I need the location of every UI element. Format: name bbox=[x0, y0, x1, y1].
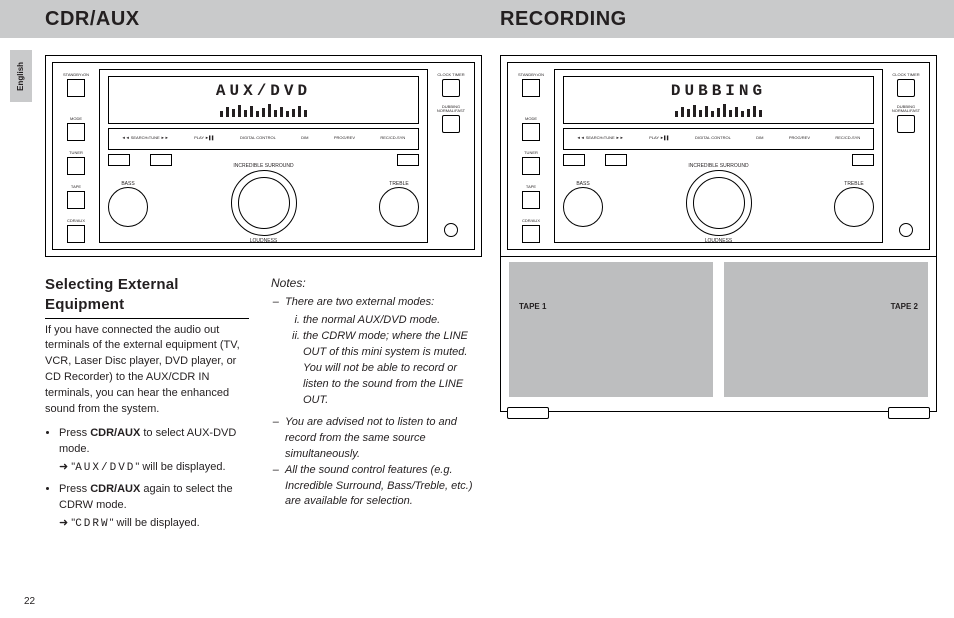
volume-jog-dial[interactable] bbox=[686, 170, 752, 236]
device-panel-dubbing: STANDBY•ON MODE TUNER TAPE CDR/AUX CLOCK… bbox=[500, 55, 937, 257]
flat-button[interactable] bbox=[397, 154, 419, 166]
step-2: Press CDR/AUX again to select the CDRW m… bbox=[59, 482, 249, 514]
mode-button[interactable] bbox=[522, 123, 540, 141]
repeat-button[interactable] bbox=[563, 154, 585, 166]
display-text: AUX/DVD bbox=[109, 81, 418, 103]
flat-button[interactable] bbox=[852, 154, 874, 166]
mode-button[interactable] bbox=[67, 123, 85, 141]
cdr-aux-button[interactable] bbox=[67, 225, 85, 243]
right-button-column: CLOCK TIMER DUBBING NORMAL/FAST bbox=[434, 69, 468, 243]
tape-button[interactable] bbox=[522, 191, 540, 209]
display-screen: DUBBING bbox=[563, 76, 874, 124]
stop-button[interactable] bbox=[605, 154, 627, 166]
repeat-button[interactable] bbox=[108, 154, 130, 166]
note-1-ii: the CDRW mode; where the LINE OUT of thi… bbox=[303, 329, 475, 409]
display-text: DUBBING bbox=[564, 81, 873, 103]
tape-door-2[interactable] bbox=[724, 262, 928, 397]
device-panel-auxdvd: STANDBY•ON MODE TUNER TAPE CDR/AUX CLOCK… bbox=[45, 55, 482, 257]
standby-button[interactable] bbox=[67, 79, 85, 97]
result-1: ➜ "AUX/DVD" will be displayed. bbox=[59, 460, 249, 476]
stop-button[interactable] bbox=[150, 154, 172, 166]
note-1-i: the normal AUX/DVD mode. bbox=[303, 313, 475, 329]
tape1-label: TAPE 1 bbox=[519, 302, 546, 313]
foot-icon bbox=[507, 407, 549, 419]
tuner-button[interactable] bbox=[522, 157, 540, 175]
intro-paragraph: If you have connected the audio out term… bbox=[45, 323, 249, 419]
foot-icon bbox=[888, 407, 930, 419]
tuner-button[interactable] bbox=[67, 157, 85, 175]
dubbing-speed-button[interactable] bbox=[442, 115, 460, 133]
tape-button[interactable] bbox=[67, 191, 85, 209]
tape2-label: TAPE 2 bbox=[891, 302, 918, 313]
control-strip: ◄◄ SEARCH•TUNE ►►PLAY ►▌▌ DIGITAL CONTRO… bbox=[108, 128, 419, 150]
bass-knob[interactable] bbox=[563, 187, 603, 227]
notes-heading: Notes: bbox=[271, 275, 475, 291]
tape-deck: TAPE 1 TAPE 2 bbox=[500, 256, 937, 412]
equalizer-icon bbox=[624, 103, 813, 117]
treble-knob[interactable] bbox=[834, 187, 874, 227]
headphone-jack-icon bbox=[444, 223, 458, 237]
note-1: There are two external modes: the normal… bbox=[285, 295, 475, 409]
step-1: Press CDR/AUX to select AUX-DVD mode. bbox=[59, 426, 249, 458]
clock-timer-button[interactable] bbox=[897, 79, 915, 97]
bass-knob[interactable] bbox=[108, 187, 148, 227]
treble-knob[interactable] bbox=[379, 187, 419, 227]
header-right: RECORDING bbox=[500, 6, 627, 33]
display-screen: AUX/DVD bbox=[108, 76, 419, 124]
standby-button[interactable] bbox=[522, 79, 540, 97]
note-2: You are advised not to listen to and rec… bbox=[285, 415, 475, 463]
section-heading: Selecting External Equipment bbox=[45, 275, 249, 319]
left-button-column: STANDBY•ON MODE TUNER TAPE CDR/AUX bbox=[59, 69, 93, 243]
equalizer-icon bbox=[169, 103, 358, 117]
result-2: ➜ "CDRW" will be displayed. bbox=[59, 516, 249, 532]
note-3: All the sound control features (e.g. Inc… bbox=[285, 463, 475, 511]
language-tab: English bbox=[10, 50, 32, 102]
headphone-jack-icon bbox=[899, 223, 913, 237]
dubbing-speed-button[interactable] bbox=[897, 115, 915, 133]
header-left: CDR/AUX bbox=[45, 6, 140, 33]
page-number: 22 bbox=[24, 595, 35, 609]
tape-door-1[interactable] bbox=[509, 262, 713, 397]
cdr-aux-button[interactable] bbox=[522, 225, 540, 243]
clock-timer-button[interactable] bbox=[442, 79, 460, 97]
volume-jog-dial[interactable] bbox=[231, 170, 297, 236]
